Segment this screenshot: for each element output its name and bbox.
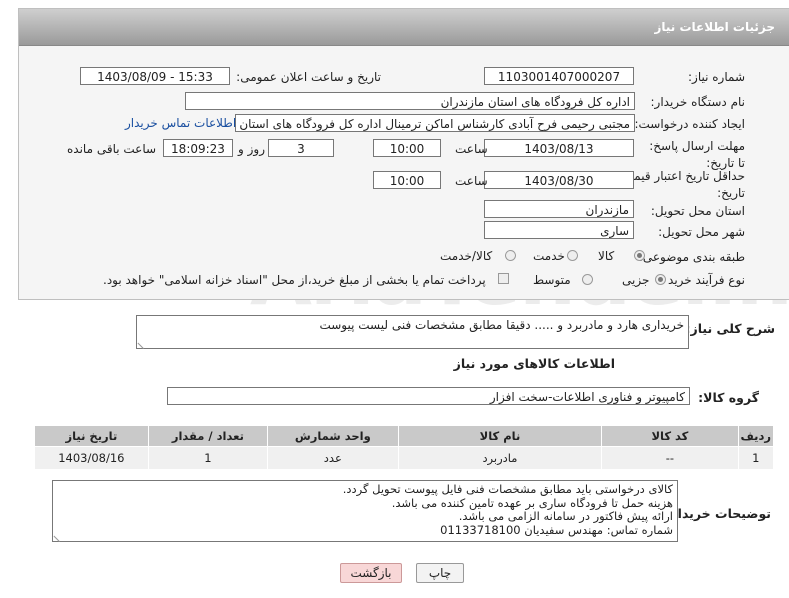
province-field[interactable]: مازندران: [484, 200, 634, 218]
category-option-both: کالا/خدمت: [440, 249, 493, 263]
remaining-time-field[interactable]: 18:09:23: [163, 139, 233, 157]
deadline-time-field[interactable]: 10:00: [373, 139, 441, 157]
cell-name: مادربرد: [397, 446, 603, 470]
category-radio-both[interactable]: [505, 250, 516, 261]
category-radio-goods[interactable]: [634, 250, 645, 261]
col-quantity: تعداد / مقدار: [147, 425, 269, 447]
buyer-note-line: ارائه پیش فاکتور در سامانه الزامی می باش…: [458, 509, 673, 523]
treasury-payment-checkbox[interactable]: [498, 273, 509, 284]
buyer-note-line: هزینه حمل تا فرودگاه ساری بر عهده تامین …: [391, 495, 673, 510]
deadline-label: مهلت ارسال پاسخ: تا تاریخ:: [649, 139, 745, 170]
panel-header: جزئیات اطلاعات نیاز: [19, 9, 789, 46]
description-text: خریداری هارد و مادربرد و ..... دقیقا مطا…: [319, 318, 684, 332]
goods-section-title: اطلاعات کالاهای مورد نیاز: [453, 356, 615, 371]
goods-group-label: گروه کالا:: [698, 390, 759, 405]
goods-table: ردیف کد کالا نام کالا واحد شمارش تعداد /…: [34, 425, 774, 470]
description-label: شرح کلی نیاز:: [685, 321, 775, 336]
print-button[interactable]: چاپ: [416, 563, 464, 583]
remaining-word: ساعت باقی مانده: [67, 142, 157, 156]
category-option-service: خدمت: [533, 249, 565, 263]
cell-code: --: [601, 446, 739, 470]
days-field[interactable]: 3: [268, 139, 334, 157]
buyer-org-field[interactable]: اداره کل فرودگاه های استان مازندران: [185, 92, 635, 110]
col-row: ردیف: [737, 425, 774, 447]
buyer-note-line: کالای درخواستی باید مطابق مشخصات فنی فای…: [342, 482, 673, 496]
col-unit: واحد شمارش: [267, 425, 399, 447]
announce-field[interactable]: 1403/08/09 - 15:33: [80, 67, 230, 85]
city-field[interactable]: ساری: [484, 221, 634, 239]
cell-unit: عدد: [267, 446, 399, 470]
need-number-field[interactable]: 1103001407000207: [484, 67, 634, 85]
cell-need-date: 1403/08/16: [34, 446, 149, 470]
treasury-payment-note: پرداخت تمام یا بخشی از مبلغ خرید،از محل …: [103, 273, 486, 287]
price-validity-time-field[interactable]: 10:00: [373, 171, 441, 189]
price-validity-date-field[interactable]: 1403/08/30: [484, 171, 634, 189]
process-option-medium: متوسط: [533, 273, 571, 287]
col-need-date: تاریخ نیاز: [34, 425, 149, 447]
buyer-notes-label: توضیحات خریدار:: [665, 506, 771, 521]
goods-group-field[interactable]: کامپیوتر و فناوری اطلاعات-سخت افزار: [167, 387, 690, 405]
table-row: 1 -- مادربرد عدد 1 1403/08/16: [34, 446, 774, 470]
city-label: شهر محل تحویل:: [658, 225, 745, 239]
process-radio-minor[interactable]: [655, 274, 666, 285]
category-radio-service[interactable]: [567, 250, 578, 261]
category-label: طبقه بندی موضوعی:: [638, 250, 745, 264]
buyer-note-line: شماره تماس: مهندس سفیدیان 01133718100: [440, 522, 673, 537]
goods-table-header: ردیف کد کالا نام کالا واحد شمارش تعداد /…: [34, 425, 774, 447]
creator-label: ایجاد کننده درخواست:: [634, 117, 745, 131]
buyer-org-label: نام دستگاه خریدار:: [650, 95, 746, 109]
contact-info-link[interactable]: اطلاعات تماس خریدار: [125, 116, 236, 130]
days-word: روز و: [238, 142, 265, 156]
deadline-date-field[interactable]: 1403/08/13: [484, 139, 634, 157]
panel-title: جزئیات اطلاعات نیاز: [654, 20, 775, 34]
buyer-notes-textarea[interactable]: کالای درخواستی باید مطابق مشخصات فنی فای…: [52, 480, 678, 543]
cell-row: 1: [737, 446, 774, 470]
deadline-time-word: ساعت: [455, 142, 488, 156]
process-label: نوع فرآیند خرید :: [660, 273, 745, 287]
price-validity-time-word: ساعت: [455, 174, 488, 188]
need-number-label: شماره نیاز:: [688, 70, 745, 84]
process-option-minor: جزیی: [622, 273, 650, 287]
back-button[interactable]: بازگشت: [340, 563, 402, 583]
province-label: استان محل تحویل:: [650, 204, 745, 218]
description-textarea[interactable]: خریداری هارد و مادربرد و ..... دقیقا مطا…: [136, 315, 689, 350]
cell-quantity: 1: [147, 446, 269, 470]
process-radio-medium[interactable]: [582, 274, 593, 285]
creator-field[interactable]: مجتبی رحیمی فرح آبادی کارشناس اماکن ترمی…: [235, 114, 635, 132]
resize-grip-icon[interactable]: [137, 336, 150, 350]
announce-label: تاریخ و ساعت اعلان عمومی:: [236, 70, 381, 84]
col-name: نام کالا: [397, 425, 603, 447]
col-code: کد کالا: [601, 425, 739, 447]
category-option-goods: کالا: [598, 249, 615, 263]
